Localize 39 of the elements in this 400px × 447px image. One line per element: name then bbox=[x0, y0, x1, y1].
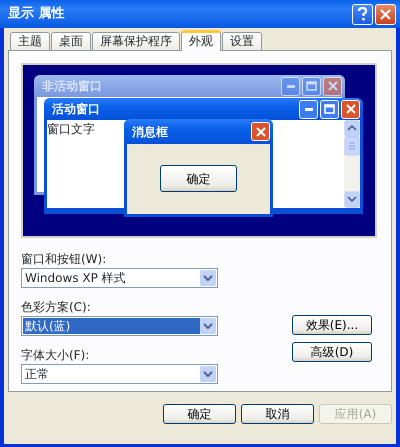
dropdown[interactable]: Windows XP 样式 bbox=[21, 268, 218, 288]
minimize-icon bbox=[286, 84, 294, 88]
close-icon bbox=[256, 126, 266, 136]
dropdown[interactable]: 正常 bbox=[21, 364, 218, 384]
window-text: 窗口文字 bbox=[47, 122, 95, 136]
window-title: 显示 属性 bbox=[8, 5, 66, 24]
field-label: 窗口和按钮(W): bbox=[21, 251, 108, 268]
close-button[interactable] bbox=[251, 122, 270, 141]
button[interactable]: 取消 bbox=[241, 404, 314, 424]
minimize-icon bbox=[304, 108, 312, 110]
button[interactable]: 高级(D) bbox=[292, 342, 372, 362]
help-icon bbox=[357, 7, 368, 21]
close-icon bbox=[328, 81, 338, 91]
window-title: 活动窗口 bbox=[52, 101, 101, 118]
minimize-button[interactable] bbox=[299, 100, 318, 118]
window-title: 消息框 bbox=[132, 124, 169, 140]
maximize-icon bbox=[324, 104, 335, 114]
tab[interactable]: 屏幕保护程序 bbox=[92, 32, 180, 50]
minimize-button[interactable] bbox=[281, 76, 300, 96]
button[interactable]: 效果(E)... bbox=[292, 315, 372, 335]
close-button[interactable] bbox=[323, 76, 342, 96]
button[interactable]: 确定 bbox=[163, 404, 236, 424]
maximize-button[interactable] bbox=[302, 76, 321, 96]
close-button[interactable] bbox=[341, 100, 360, 118]
close-button[interactable] bbox=[375, 4, 396, 24]
dropdown[interactable]: 默认(蓝) bbox=[21, 316, 218, 336]
maximize-button[interactable] bbox=[320, 100, 339, 118]
tab[interactable]: 主题 bbox=[10, 32, 50, 50]
tab[interactable]: 桌面 bbox=[51, 32, 91, 50]
maximize-icon bbox=[306, 81, 317, 91]
field-label: 色彩方案(C): bbox=[21, 299, 92, 316]
help-button[interactable] bbox=[352, 4, 373, 24]
ok-button[interactable]: 确定 bbox=[160, 165, 237, 192]
close-icon bbox=[346, 104, 356, 114]
window-title: 非活动窗口 bbox=[42, 78, 103, 95]
close-icon bbox=[380, 8, 391, 20]
tab[interactable]: 设置 bbox=[222, 32, 262, 50]
field-label: 字体大小(F): bbox=[21, 347, 90, 364]
tab[interactable]: 外观 bbox=[181, 30, 221, 51]
